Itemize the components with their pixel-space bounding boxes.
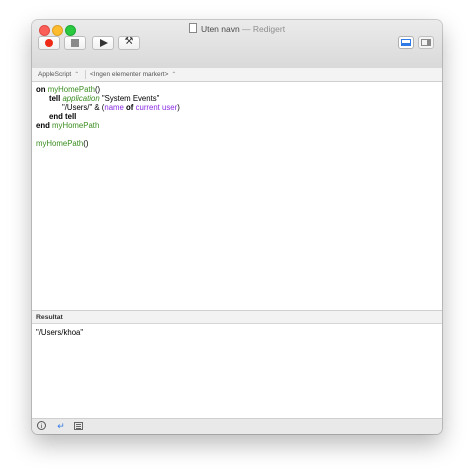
code-token: myHomePath [47,85,95,94]
code-token: "/Users/" & ( [62,103,105,112]
code-token: () [94,85,101,94]
code-token: "System Events" [99,94,160,103]
result-header: Resultat [32,310,442,324]
code-line: "/Users/" & (name of current user) [36,103,180,112]
record-button[interactable] [38,36,60,50]
code-line: end myHomePath [36,121,99,130]
hammer-icon: ⚒ [124,36,134,47]
language-label: AppleScript [38,71,72,78]
code-line: myHomePath() [36,139,88,148]
code-token: tell [49,94,61,103]
bottom-panel-indicator [401,43,411,46]
divider [85,70,86,79]
code-line: tell application "System Events" [36,94,159,103]
code-token: name [104,103,124,112]
sidebar-indicator [427,40,430,45]
window-title-separator: — [239,24,253,34]
code-line: end tell [36,112,76,121]
document-icon [188,23,197,33]
log-list-icon[interactable] [74,422,83,430]
compile-button[interactable]: ⚒ [118,36,140,50]
script-editor[interactable]: on myHomePath() tell application "System… [32,82,442,330]
window-title: Uten navn — Redigert [32,23,442,35]
window-title-status: Redigert [252,24,286,34]
record-icon [45,39,53,47]
code-token: application [62,94,100,103]
chevron-updown-icon: ⌃ [74,72,80,78]
result-value: "/Users/khoa" [36,328,84,337]
code-token: myHomePath [52,121,100,130]
code-token: end [49,112,63,121]
info-icon[interactable]: i [37,421,46,430]
result-pane[interactable]: "/Users/khoa" [32,325,442,418]
code-token: tell [65,112,77,121]
code-token: () [83,139,89,148]
stop-button[interactable] [64,36,86,50]
code-token: current user [135,103,178,112]
bottom-panel-view-toggle[interactable] [398,36,414,49]
code-token: myHomePath [36,139,84,148]
play-icon [100,39,108,47]
run-button[interactable] [92,36,114,50]
language-selector[interactable]: AppleScript ⌃ [38,68,79,82]
element-selector-label: <Ingen elementer markert> [90,71,169,78]
code-token: end [36,121,50,130]
element-selector[interactable]: <Ingen elementer markert> ⌃ [90,68,176,82]
chevron-updown-icon: ⌃ [171,72,177,78]
bottom-bar: i ↵ [32,418,442,434]
return-icon[interactable]: ↵ [56,421,66,431]
navigation-bar: AppleScript ⌃ <Ingen elementer markert> ⌃ [32,68,442,82]
script-editor-window: Uten navn — Redigert ⚒ AppleScript ⌃ <Ing… [32,20,442,434]
title-bar: Uten navn — Redigert ⚒ [32,20,442,69]
code-line: on myHomePath() [36,85,100,94]
window-title-name: Uten navn [200,24,240,34]
stop-icon [71,39,79,47]
code-token: on [36,85,46,94]
sidebar-view-toggle[interactable] [418,36,434,49]
code-token: ) [177,103,180,112]
